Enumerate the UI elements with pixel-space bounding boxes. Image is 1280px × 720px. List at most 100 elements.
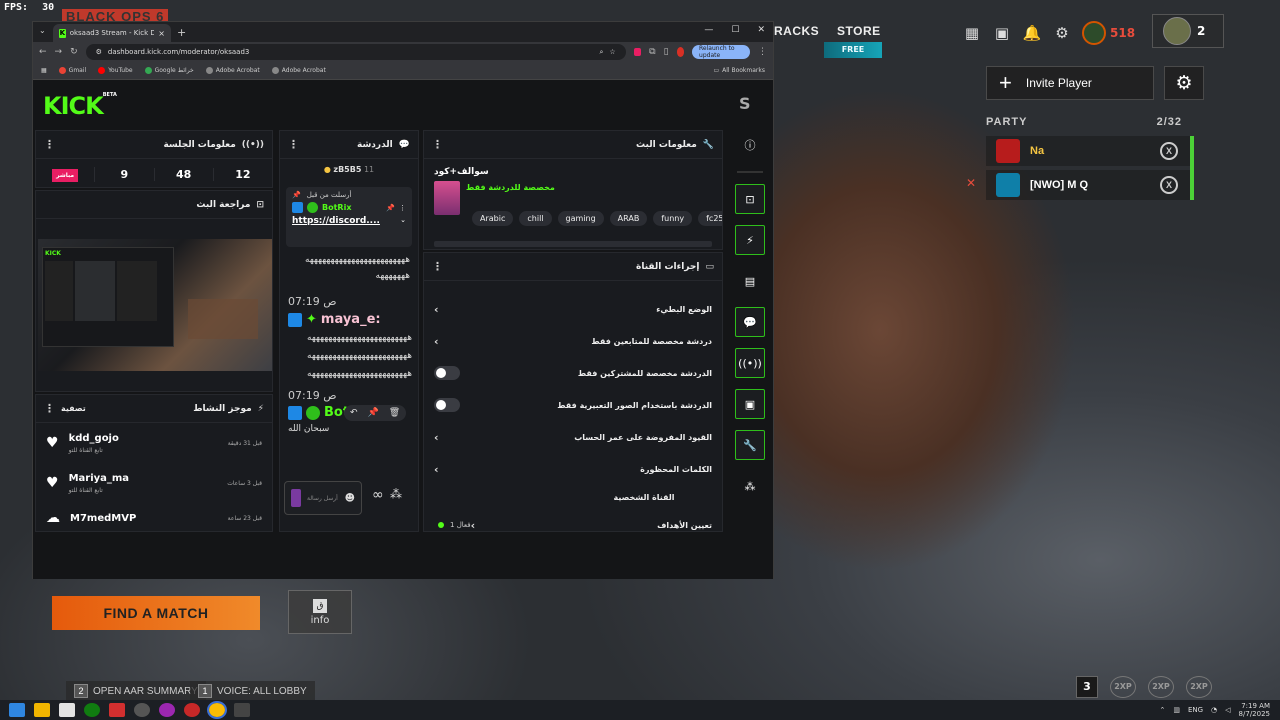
game-app-icon[interactable]: [109, 703, 125, 717]
broadcast-icon[interactable]: ((•)): [735, 348, 765, 378]
all-bookmarks[interactable]: ▭ All Bookmarks: [713, 67, 765, 74]
infinity-icon[interactable]: ∞: [372, 487, 384, 503]
maximize-icon[interactable]: ☐: [731, 25, 739, 35]
subscribers-only-toggle[interactable]: [434, 366, 460, 380]
setting-slow-mode[interactable]: الوضع البطيء ›: [424, 293, 722, 325]
forward-icon[interactable]: →: [55, 47, 63, 57]
volume-icon[interactable]: ◁: [1225, 706, 1230, 714]
site-info-icon[interactable]: ⚙: [96, 48, 102, 56]
language-indicator[interactable]: ENG: [1188, 706, 1203, 714]
setting-emotes-only[interactable]: الدردشة باستخدام الصور التعبيرية فقط: [424, 389, 722, 421]
hint-voice[interactable]: 1 VOICE: ALL LOBBY: [190, 681, 315, 701]
pinned-message[interactable]: 📌 أرسلت من قبل BotRix 📌 ⋮ https://discor…: [286, 187, 412, 247]
info-button[interactable]: ق info: [288, 590, 352, 634]
media-icon[interactable]: ▣: [735, 389, 765, 419]
browser-tab[interactable]: K oksaad3 Stream - Kick Dashbo... ×: [53, 24, 171, 42]
clock[interactable]: 7:19 AM 8/7/2025: [1239, 702, 1270, 718]
close-tab-icon[interactable]: ×: [158, 29, 165, 38]
currency-display[interactable]: 518: [1082, 21, 1135, 45]
new-tab-icon[interactable]: +: [177, 24, 186, 42]
friends-button[interactable]: 2: [1152, 14, 1224, 48]
delete-icon[interactable]: 🗑: [389, 408, 400, 418]
bookmark-acrobat[interactable]: Adobe Acrobat: [271, 67, 326, 74]
back-icon[interactable]: ←: [39, 47, 47, 57]
bookmark-maps[interactable]: Google خرائط: [144, 67, 194, 74]
bookmark-youtube[interactable]: YouTube: [98, 67, 133, 74]
minimize-icon[interactable]: —: [704, 25, 713, 35]
chat-icon[interactable]: 💬: [735, 307, 765, 337]
screen-capture-icon[interactable]: ⊡: [735, 184, 765, 214]
store-icon[interactable]: [59, 703, 75, 717]
pinned-link[interactable]: https://discord....: [292, 216, 380, 226]
setting-account-age[interactable]: القيود المفروضة على عمر الحساب ›: [424, 421, 722, 453]
hint-open-aar[interactable]: 2 OPEN AAR SUMMARY: [66, 681, 206, 701]
xbox-app-icon[interactable]: [84, 703, 100, 717]
bookmark-acrobat[interactable]: Adobe Acrobat: [205, 67, 260, 74]
barracks-icon[interactable]: ▣: [992, 23, 1012, 43]
edit-stream-button[interactable]: [434, 241, 712, 247]
setting-subscribers-only[interactable]: الدردشة مخصصة للمشتركين فقط: [424, 357, 722, 389]
chrome-icon[interactable]: [207, 701, 227, 719]
zoom-icon[interactable]: ⌕: [599, 48, 603, 57]
profile-avatar[interactable]: [676, 47, 685, 57]
wifi-icon[interactable]: ◔: [1211, 706, 1217, 714]
chat-menu-icon[interactable]: ⋮: [288, 138, 299, 151]
channel-actions-menu-icon[interactable]: ⋮: [432, 260, 443, 273]
pin-message-icon[interactable]: 📌: [368, 408, 379, 418]
apps-grid-icon[interactable]: ▦: [41, 67, 47, 74]
grid-icon[interactable]: ▦: [962, 23, 982, 43]
activity-item[interactable]: ☁ M7medMVP قبل 23 ساعة: [36, 503, 272, 531]
party-member[interactable]: [NWO] M Q X: [986, 170, 1194, 200]
activity-filter[interactable]: تصفية: [61, 404, 86, 413]
setting-banned-words[interactable]: الكلمات المحظورة ›: [424, 453, 722, 485]
close-window-icon[interactable]: ✕: [757, 25, 765, 35]
party-member[interactable]: Na X: [986, 136, 1194, 166]
info-icon[interactable]: ⓘ: [735, 130, 765, 160]
user-avatar[interactable]: S: [739, 94, 755, 113]
session-menu-icon[interactable]: ⋮: [44, 138, 55, 151]
chat-input[interactable]: أرسل رسالة ☻: [284, 481, 362, 515]
stream-info-menu-icon[interactable]: ⋮: [432, 138, 443, 151]
pinned-menu-icon[interactable]: ⋮: [399, 204, 406, 212]
network-icon[interactable]: ▥: [1173, 706, 1180, 714]
url-field[interactable]: ⚙ dashboard.kick.com/moderator/oksaad3 ⌕…: [85, 44, 626, 60]
file-explorer-icon[interactable]: [34, 703, 50, 717]
browser-menu-icon[interactable]: ⋮: [758, 47, 767, 57]
opera-icon[interactable]: [184, 703, 200, 717]
invite-player-button[interactable]: + Invite Player: [986, 66, 1154, 100]
kick-logo[interactable]: KICKBETA: [43, 92, 117, 120]
reload-icon[interactable]: ↻: [70, 47, 78, 57]
activity-item[interactable]: ♥ Mariya_ma تابع القناة للتو قبل 3 ساعات: [36, 463, 272, 503]
relaunch-button[interactable]: Relaunch to update: [692, 45, 750, 59]
nav-store[interactable]: STORE: [837, 24, 881, 38]
obs-icon[interactable]: [159, 703, 175, 717]
message-user[interactable]: maya_e:: [321, 312, 381, 327]
setting-goals[interactable]: تعيين الأهداف › فعال 1: [424, 509, 722, 531]
lightning-icon[interactable]: ⚡: [735, 225, 765, 255]
tab-search-icon[interactable]: ⌄: [39, 26, 46, 35]
party-settings-button[interactable]: ⚙: [1164, 66, 1204, 100]
bookmark-star-icon[interactable]: ☆: [609, 48, 615, 56]
reply-icon[interactable]: ↶: [350, 408, 358, 418]
tray-chevron-icon[interactable]: ⌃: [1159, 706, 1165, 714]
terminal-icon[interactable]: [234, 703, 250, 717]
muted-mic-icon[interactable]: ✕: [966, 176, 976, 190]
document-icon[interactable]: ▤: [735, 266, 765, 296]
adblock-extension-icon[interactable]: [633, 48, 642, 56]
start-icon[interactable]: [9, 703, 25, 717]
nav-tracks[interactable]: RACKS: [774, 24, 819, 38]
unpin-icon[interactable]: 📌: [386, 204, 395, 212]
chat-message[interactable]: 07:19 ص ✦ maya_e: هههههههههههههههههههههه…: [280, 295, 418, 379]
apps-icon[interactable]: ⁂: [390, 487, 402, 501]
activity-item[interactable]: ♥ kdd_gojo تابع القناة للتو قبل 31 دقيقة: [36, 423, 272, 463]
emoji-icon[interactable]: ☻: [345, 493, 355, 504]
gear-icon[interactable]: ⚙: [1052, 23, 1072, 43]
extensions-icon[interactable]: ⧉: [649, 47, 655, 57]
activity-menu-icon[interactable]: ⋮: [44, 402, 55, 415]
expand-chevron-icon[interactable]: ⌄: [400, 216, 406, 226]
bell-icon[interactable]: 🔔: [1022, 23, 1042, 43]
apps-icon[interactable]: ⁂: [735, 471, 765, 501]
wrench-icon[interactable]: 🔧: [735, 430, 765, 460]
bookmark-gmail[interactable]: Gmail: [58, 67, 86, 74]
setting-followers-only[interactable]: دردشة مخصصة للمتابعين فقط ›: [424, 325, 722, 357]
